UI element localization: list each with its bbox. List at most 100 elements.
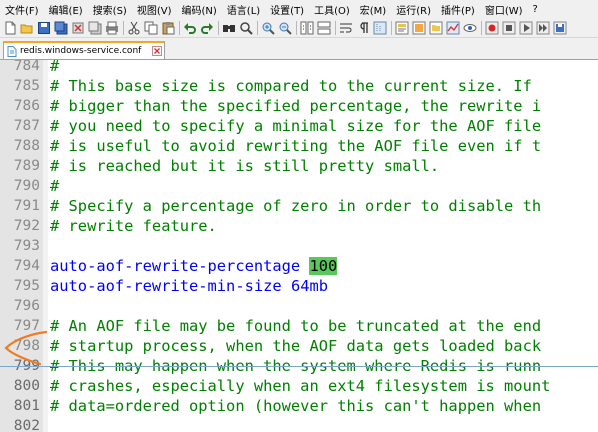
function-list-icon[interactable]	[412, 21, 426, 35]
code-line: # bigger than the specified percentage, …	[50, 97, 542, 115]
menu-help[interactable]: ?	[528, 4, 543, 15]
menu-encoding[interactable]: 编码(N)	[177, 2, 222, 17]
config-value-highlighted: 100	[309, 257, 338, 275]
replace-icon[interactable]	[239, 21, 253, 35]
sync-vertical-icon[interactable]	[300, 21, 314, 35]
line-number: 786	[13, 98, 40, 114]
config-key: auto-aof-rewrite-min-size	[50, 277, 282, 295]
run-macro-multiple-icon[interactable]	[536, 21, 550, 35]
line-number: 788	[13, 138, 40, 154]
code-line: # is useful to avoid rewriting the AOF f…	[50, 137, 542, 155]
line-number: 800	[13, 378, 40, 394]
line-number: 801	[13, 398, 40, 414]
menu-macro[interactable]: 宏(M)	[355, 2, 391, 17]
code-line: # is reached but it is still pretty smal…	[50, 157, 440, 175]
line-number: 792	[13, 218, 40, 234]
paste-icon[interactable]	[161, 21, 175, 35]
toolbar-separator	[335, 20, 336, 35]
line-number: 794	[13, 258, 40, 274]
code-line: # rewrite feature.	[50, 217, 217, 235]
line-number: 789	[13, 158, 40, 174]
line-number: 785	[13, 78, 40, 94]
menu-view[interactable]: 视图(V)	[132, 2, 177, 17]
zoom-in-icon[interactable]	[261, 21, 275, 35]
menu-run[interactable]: 运行(R)	[391, 2, 436, 17]
save-all-icon[interactable]	[54, 21, 68, 35]
toolbar-separator	[123, 20, 124, 35]
code-line: # crashes, especially when an ext4 files…	[50, 377, 551, 395]
code-editor[interactable]: 784 785 786 787 788 789 790 791 792 793 …	[0, 60, 598, 432]
indent-guide-icon[interactable]	[373, 21, 387, 35]
menu-file[interactable]: 文件(F)	[0, 2, 44, 17]
open-folder-icon[interactable]	[20, 21, 34, 35]
line-number: 793	[13, 238, 40, 254]
save-icon[interactable]	[37, 21, 51, 35]
code-line: #	[50, 60, 60, 75]
stop-macro-icon[interactable]	[502, 21, 516, 35]
copy-icon[interactable]	[144, 21, 158, 35]
code-line: # data=ordered option (however this can'…	[50, 397, 542, 415]
toolbar-separator	[179, 20, 180, 35]
toolbar-separator	[257, 20, 258, 35]
redo-icon[interactable]	[200, 21, 214, 35]
line-number: 796	[13, 298, 40, 314]
monitoring-icon[interactable]	[446, 21, 460, 35]
menu-settings[interactable]: 设置(T)	[265, 2, 309, 17]
caret-line-indicator	[0, 366, 598, 367]
menu-language[interactable]: 语言(L)	[222, 2, 265, 17]
undo-icon[interactable]	[183, 21, 197, 35]
tab-bar: redis.windows-service.conf	[0, 39, 598, 60]
document-map-icon[interactable]	[395, 21, 409, 35]
menu-window[interactable]: 窗口(W)	[480, 2, 528, 17]
toolbar	[0, 18, 598, 38]
close-tab-icon[interactable]	[152, 46, 162, 56]
config-key: auto-aof-rewrite-percentage	[50, 257, 301, 275]
code-line: #	[50, 177, 60, 195]
show-all-chars-icon[interactable]	[356, 21, 370, 35]
code-line: # Specify a percentage of zero in order …	[50, 197, 542, 215]
menu-plugins[interactable]: 插件(P)	[436, 2, 480, 17]
sync-horizontal-icon[interactable]	[317, 21, 331, 35]
close-file-icon[interactable]	[71, 21, 85, 35]
line-number: 795	[13, 278, 40, 294]
code-line: # you need to specify a minimal size for…	[50, 117, 542, 135]
menu-edit[interactable]: 编辑(E)	[44, 2, 88, 17]
toolbar-separator	[481, 20, 482, 35]
code-line-config: auto-aof-rewrite-percentage 100	[50, 256, 598, 276]
code-line: # An AOF file may be found to be truncat…	[50, 317, 542, 335]
code-line-config: auto-aof-rewrite-min-size 64mb	[50, 276, 598, 296]
line-number: 784	[13, 60, 40, 74]
file-icon	[7, 45, 17, 57]
record-macro-icon[interactable]	[485, 21, 499, 35]
cut-icon[interactable]	[127, 21, 141, 35]
code-line: # startup process, when the AOF data get…	[50, 337, 542, 355]
new-file-icon[interactable]	[3, 21, 17, 35]
line-number: 790	[13, 178, 40, 194]
tab-redis-conf[interactable]: redis.windows-service.conf	[3, 41, 165, 59]
line-number: 802	[13, 418, 40, 432]
pen-annotation-mark	[4, 330, 48, 366]
toolbar-separator	[218, 20, 219, 35]
line-number-gutter: 784 785 786 787 788 789 790 791 792 793 …	[0, 60, 43, 432]
fold-margin[interactable]	[43, 60, 48, 432]
word-wrap-icon[interactable]	[339, 21, 353, 35]
folder-workspace-icon[interactable]	[429, 21, 443, 35]
line-number: 787	[13, 118, 40, 134]
eye-icon[interactable]	[463, 21, 477, 35]
line-number: 791	[13, 198, 40, 214]
zoom-out-icon[interactable]	[278, 21, 292, 35]
toolbar-separator	[391, 20, 392, 35]
print-icon[interactable]	[105, 21, 119, 35]
close-all-icon[interactable]	[88, 21, 102, 35]
play-macro-icon[interactable]	[519, 21, 533, 35]
menu-tools[interactable]: 工具(O)	[309, 2, 355, 17]
menu-bar: 文件(F) 编辑(E) 搜索(S) 视图(V) 编码(N) 语言(L) 设置(T…	[0, 0, 598, 18]
find-icon[interactable]	[222, 21, 236, 35]
code-line: # This base size is compared to the curr…	[50, 77, 532, 95]
save-macro-icon[interactable]	[553, 21, 567, 35]
menu-search[interactable]: 搜索(S)	[88, 2, 132, 17]
config-value: 64mb	[290, 277, 329, 295]
